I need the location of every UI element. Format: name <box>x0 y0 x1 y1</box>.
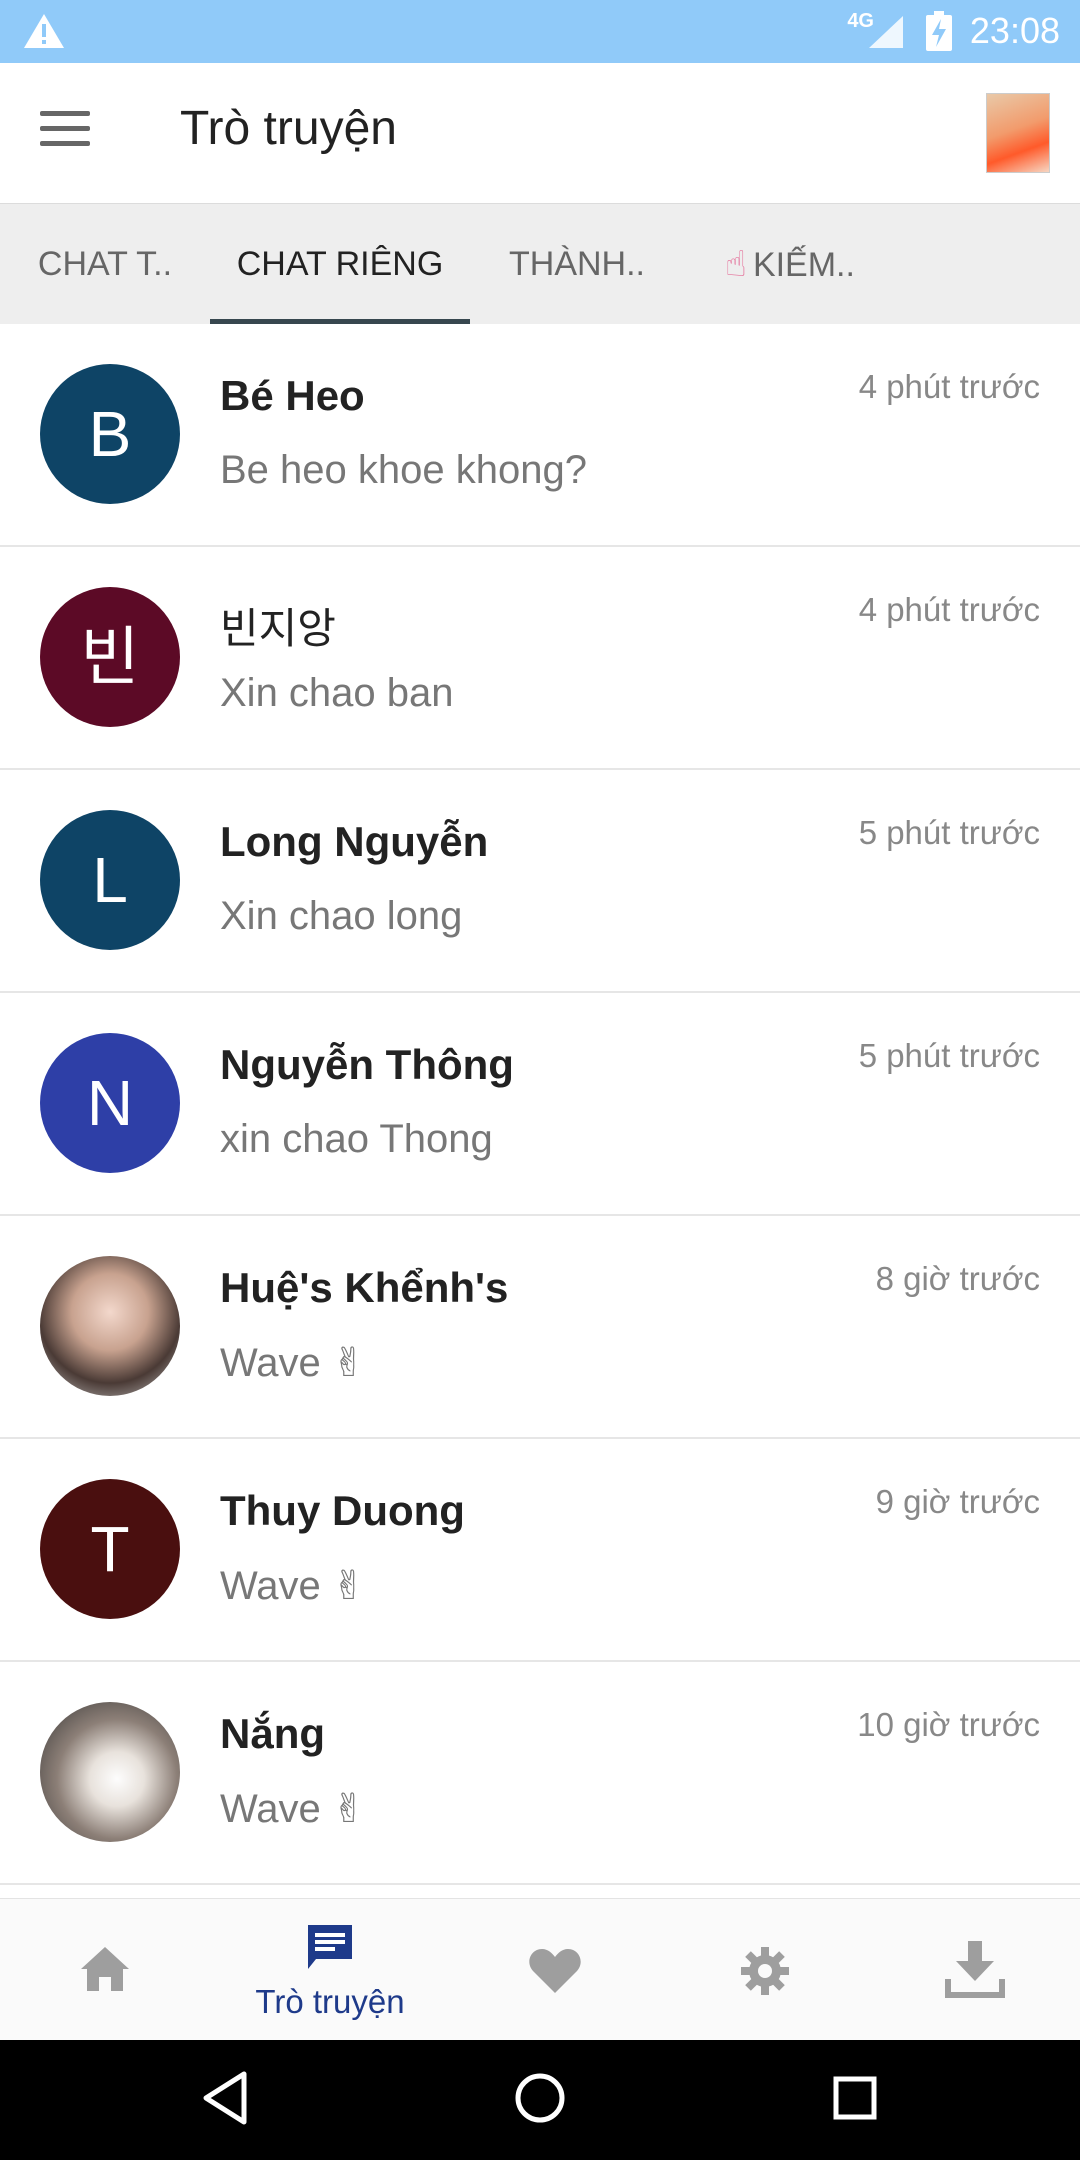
avatar-photo <box>40 1702 180 1842</box>
chat-last-message: Wave ✌ <box>220 1564 366 1608</box>
chat-timestamp: 8 giờ trước <box>875 1260 1040 1297</box>
chat-list-item[interactable]: L Long Nguyễn Xin chao long 5 phút trước <box>0 770 1080 993</box>
settings-gear-icon <box>741 1947 789 1995</box>
nav-download[interactable] <box>870 1899 1080 2041</box>
avatar: T <box>40 1479 180 1619</box>
tab-bar: CHAT T.. CHAT RIÊNG THÀNH.. ☝ KIẾM.. <box>0 204 1080 324</box>
avatar: N <box>40 1033 180 1173</box>
chat-last-message: Xin chao ban <box>220 671 454 715</box>
chat-list-item[interactable]: T Thuy Duong Wave ✌ 9 giờ trước <box>0 1439 1080 1662</box>
nav-settings[interactable] <box>660 1899 870 2041</box>
avatar-photo <box>40 1256 180 1396</box>
chat-name: Nắng <box>220 1710 325 1757</box>
clock: 23:08 <box>969 10 1060 51</box>
bottom-navigation: Trò truyện <box>0 1898 1080 2040</box>
tab-chat-tong[interactable]: CHAT T.. <box>20 204 190 324</box>
chat-name: Long Nguyễn <box>220 818 489 865</box>
status-bar: 4G 23:08 <box>0 0 1080 63</box>
chat-list-item[interactable]: Huệ's Khểnh's Wave ✌ 8 giờ trước <box>0 1216 1080 1439</box>
chat-list-item[interactable]: 빈 빈지앙 Xin chao ban 4 phút trước <box>0 547 1080 770</box>
chat-name: Bé Heo <box>220 372 365 419</box>
page-title: Trò truyện <box>180 102 397 155</box>
avatar: 빈 <box>40 587 180 727</box>
nav-chat[interactable]: Trò truyện <box>225 1899 435 2041</box>
warning-icon <box>24 14 64 48</box>
download-icon <box>945 1941 1005 1998</box>
chat-list-item[interactable]: N Nguyễn Thông xin chao Thong 5 phút trư… <box>0 993 1080 1216</box>
tab-label: CHAT T.. <box>37 245 173 283</box>
avatar: L <box>40 810 180 950</box>
chat-last-message: xin chao Thong <box>220 1117 493 1161</box>
chat-name: 빈지앙 <box>220 605 336 652</box>
nav-home[interactable] <box>0 1899 210 2041</box>
chat-timestamp: 5 phút trước <box>858 814 1040 851</box>
system-navigation-bar <box>0 2040 1080 2160</box>
tab-label: CHAT RIÊNG <box>236 245 444 283</box>
profile-avatar[interactable] <box>986 93 1050 173</box>
chat-last-message: Wave ✌ <box>220 1341 366 1385</box>
tab-kiem[interactable]: ☝ KIẾM.. <box>700 204 880 324</box>
nav-favorites[interactable] <box>450 1899 660 2041</box>
app-bar: Trò truyện <box>0 63 1080 204</box>
chat-list: B Bé Heo Be heo khoe khong? 4 phút trước… <box>0 324 1080 1885</box>
tab-label: THÀNH.. <box>509 245 645 283</box>
pointing-hand-icon: ☝ <box>725 243 747 284</box>
hamburger-menu-icon[interactable] <box>40 111 100 157</box>
chat-timestamp: 4 phút trước <box>858 368 1040 405</box>
back-icon[interactable] <box>200 2070 250 2126</box>
chat-name: Huệ's Khểnh's <box>220 1264 509 1311</box>
heart-icon <box>529 1949 581 1993</box>
chat-timestamp: 10 giờ trước <box>857 1706 1040 1743</box>
tab-label: KIẾM.. <box>752 246 855 284</box>
chat-last-message: Wave ✌ <box>220 1787 366 1831</box>
chat-timestamp: 9 giờ trước <box>875 1483 1040 1520</box>
chat-name: Nguyễn Thông <box>220 1041 514 1088</box>
chat-last-message: Be heo khoe khong? <box>220 448 587 492</box>
avatar: B <box>40 364 180 504</box>
tab-thanh-vien[interactable]: THÀNH.. <box>492 204 662 324</box>
chat-list-item[interactable]: Nắng Wave ✌ 10 giờ trước <box>0 1662 1080 1885</box>
home-icon <box>81 1947 129 1991</box>
recent-apps-icon[interactable] <box>830 2070 880 2126</box>
chat-icon <box>308 1925 352 1969</box>
nav-chat-label: Trò truyện <box>255 1983 405 2020</box>
chat-list-item[interactable]: B Bé Heo Be heo khoe khong? 4 phút trước <box>0 324 1080 547</box>
chat-last-message: Xin chao long <box>220 894 463 938</box>
home-circle-icon[interactable] <box>513 2070 567 2126</box>
signal-icon <box>869 16 903 48</box>
tab-chat-rieng[interactable]: CHAT RIÊNG <box>210 204 470 324</box>
chat-name: Thuy Duong <box>220 1487 465 1534</box>
chat-timestamp: 5 phút trước <box>858 1037 1040 1074</box>
chat-timestamp: 4 phút trước <box>858 591 1040 628</box>
battery-charging-icon <box>926 11 952 51</box>
